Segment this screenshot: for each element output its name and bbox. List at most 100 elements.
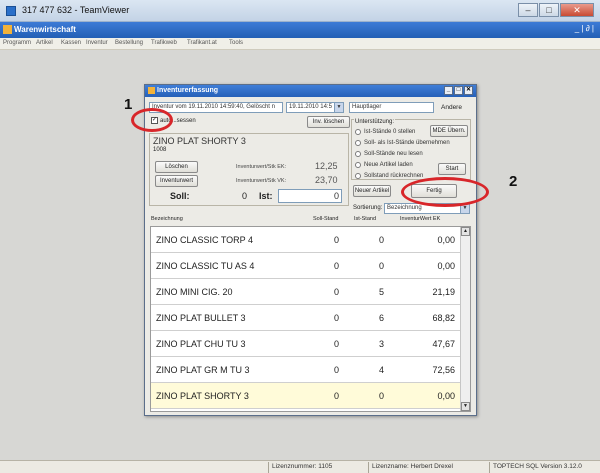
sortierung-value: Bezeichnung: [387, 205, 422, 211]
radio-soll-als-ist[interactable]: Soll- als Ist-Stände übernehmen: [355, 138, 450, 147]
lizenz-name: Lizenzname: Herbert Drexel: [368, 462, 486, 473]
date-select-value: 19.11.2010 14:5: [289, 104, 332, 110]
inventurwert-button[interactable]: Inventurwert: [155, 175, 198, 187]
dialog-titlebar: Inventurerfassung _ □ ✕: [145, 85, 476, 97]
radio-label: Soll- als Ist-Stände übernehmen: [364, 139, 450, 146]
row-ist: 0: [379, 261, 385, 271]
unterstuetzung-label: Unterstützung:: [354, 119, 396, 125]
neuer-artikel-button[interactable]: Neuer Artikel: [353, 185, 391, 197]
table-row-selected[interactable]: ZINO PLAT SHORTY 3 0 0 0,00: [151, 383, 461, 409]
grid-scrollbar[interactable]: ▲ ▼: [460, 227, 470, 411]
row-soll: 0: [334, 391, 340, 401]
radio-label: Ist-Stände 0 stellen: [364, 128, 416, 135]
dialog-window-controls: _ □ ✕: [444, 86, 473, 95]
row-ist: 4: [379, 365, 385, 375]
row-soll: 0: [334, 313, 340, 323]
col-soll[interactable]: Soll-Stand: [313, 216, 338, 222]
ist-label: Ist:: [259, 191, 273, 201]
dialog-minimize-button[interactable]: _: [444, 86, 453, 95]
row-wert: 0,00: [437, 391, 455, 401]
scroll-down-icon[interactable]: ▼: [461, 402, 470, 411]
vk-label: Inventurwert/Stk VK:: [236, 178, 287, 184]
menu-item-artikel[interactable]: Artikel: [36, 40, 53, 46]
radio-icon: [355, 139, 361, 146]
app-window-controls[interactable]: _ | ∂ |: [575, 24, 594, 33]
start-button[interactable]: Start: [438, 163, 466, 175]
lizenz-nummer: Lizenznummer: 1105: [268, 462, 364, 473]
table-row[interactable]: ZINO PLAT CHU TU 3 0 3 47,67: [151, 331, 461, 357]
radio-icon: [355, 172, 361, 179]
app-titlebar: Warenwirtschaft _ | ∂ |: [0, 22, 600, 38]
row-ist: 0: [379, 391, 385, 401]
table-row[interactable]: ZINO CLASSIC TU AS 4 0 0 0,00: [151, 253, 461, 279]
row-name: ZINO PLAT BULLET 3: [156, 313, 246, 323]
maximize-button[interactable]: □: [539, 3, 559, 17]
table-row[interactable]: ZINO PLAT BULLET 3 0 6 68,82: [151, 305, 461, 331]
radio-neue-artikel[interactable]: Neue Artikel laden: [355, 160, 413, 169]
row-ist: 6: [379, 313, 385, 323]
status-bar: Lizenznummer: 1105 Lizenzname: Herbert D…: [0, 460, 600, 473]
mde-button[interactable]: MDE Übern.: [430, 125, 468, 137]
app-title: Warenwirtschaft: [14, 25, 76, 34]
ist-input[interactable]: 0: [278, 189, 342, 203]
row-name: ZINO PLAT SHORTY 3: [156, 391, 249, 401]
col-wert[interactable]: InventurWert EK: [400, 216, 440, 222]
version-info: TOPTECH SQL Version 3.12.0: [489, 462, 600, 473]
row-wert: 0,00: [437, 261, 455, 271]
teamviewer-titlebar: 317 477 632 - TeamViewer – □ ✕: [0, 0, 600, 22]
table-row[interactable]: ZINO CLASSIC TORP 4 0 0 0,00: [151, 227, 461, 253]
menu-item-trafikweb[interactable]: Trafikweb: [151, 40, 177, 46]
andere-button[interactable]: Andere: [441, 104, 462, 111]
row-name: ZINO CLASSIC TORP 4: [156, 235, 254, 245]
article-name: ZINO PLAT SHORTY 3: [153, 136, 246, 146]
inventur-select[interactable]: Inventur vom 19.11.2010 14:59:40, Gelösc…: [149, 102, 283, 113]
inv-loeschen-button[interactable]: Inv. löschen: [307, 116, 350, 128]
row-name: ZINO PLAT GR M TU 3: [156, 365, 250, 375]
loeschen-button[interactable]: Löschen: [155, 161, 198, 173]
app-icon: [3, 25, 12, 34]
row-ist: 0: [379, 235, 385, 245]
annotation-number-2: 2: [509, 173, 518, 190]
menu-item-programm[interactable]: Programm: [3, 40, 31, 46]
dialog-title: Inventurerfassung: [157, 87, 219, 94]
radio-ist-null[interactable]: Ist-Stände 0 stellen: [355, 127, 415, 136]
menu-item-bestellung[interactable]: Bestellung: [115, 40, 143, 46]
sortierung-label: Sortierung:: [353, 205, 383, 211]
row-wert: 72,56: [432, 365, 455, 375]
ek-label: Inventurwert/Stk EK:: [236, 164, 287, 170]
dialog-icon: [148, 87, 155, 94]
row-soll: 0: [334, 339, 340, 349]
row-name: ZINO MINI CIG. 20: [156, 287, 233, 297]
radio-sollstand-rueckrechnen[interactable]: Sollstand rückrechnen: [355, 171, 423, 180]
dialog-close-button[interactable]: ✕: [464, 86, 473, 95]
row-soll: 0: [334, 235, 340, 245]
soll-label: Soll:: [170, 191, 190, 201]
lager-field[interactable]: Hauptlager: [349, 102, 434, 113]
lager-field-value: Hauptlager: [352, 104, 382, 110]
menu-item-kassen[interactable]: Kassen: [61, 40, 81, 46]
close-button[interactable]: ✕: [560, 3, 594, 17]
menu-item-tools[interactable]: Tools: [229, 40, 243, 46]
table-row[interactable]: ZINO MINI CIG. 20 0 5 21,19: [151, 279, 461, 305]
dialog-maximize-button[interactable]: □: [454, 86, 463, 95]
row-soll: 0: [334, 287, 340, 297]
row-wert: 68,82: [432, 313, 455, 323]
date-select[interactable]: 19.11.2010 14:5 ▼: [286, 102, 344, 113]
chevron-down-icon[interactable]: ▼: [334, 103, 343, 112]
row-name: ZINO CLASSIC TU AS 4: [156, 261, 255, 271]
vk-value: 23,70: [315, 175, 338, 185]
article-grid: ZINO CLASSIC TORP 4 0 0 0,00 ZINO CLASSI…: [150, 226, 471, 412]
menu-item-inventur[interactable]: Inventur: [86, 40, 108, 46]
col-bezeichnung[interactable]: Bezeichnung: [151, 216, 183, 222]
annotation-number-1: 1: [124, 96, 133, 113]
row-ist: 3: [379, 339, 385, 349]
radio-soll-neu-lesen[interactable]: Soll-Stände neu lesen: [355, 149, 423, 158]
col-ist[interactable]: Ist-Stand: [354, 216, 376, 222]
minimize-button[interactable]: –: [518, 3, 538, 17]
scroll-up-icon[interactable]: ▲: [461, 227, 470, 236]
teamviewer-title: 317 477 632 - TeamViewer: [22, 5, 130, 15]
radio-label: Neue Artikel laden: [364, 161, 413, 168]
table-row[interactable]: ZINO PLAT GR M TU 3 0 4 72,56: [151, 357, 461, 383]
menu-item-trafikant[interactable]: Trafikant.at: [187, 40, 217, 46]
row-name: ZINO PLAT CHU TU 3: [156, 339, 246, 349]
